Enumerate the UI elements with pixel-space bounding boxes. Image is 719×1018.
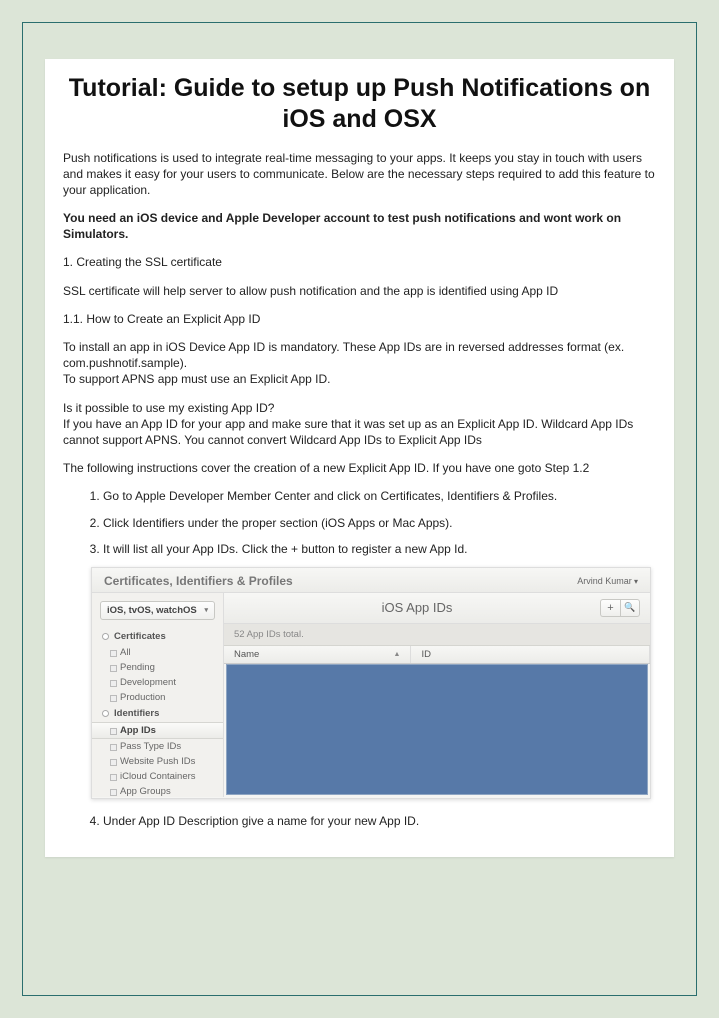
requirement-note: You need an iOS device and Apple Develop… — [63, 210, 656, 242]
search-icon: 🔍 — [624, 602, 635, 613]
ss-user-menu[interactable]: Arvind Kumar — [577, 576, 638, 586]
sidebar-item-app-ids[interactable]: App IDs — [92, 722, 223, 739]
install-line-2: To support APNS app must use an Explicit… — [63, 372, 330, 386]
sidebar-section-certificates[interactable]: Certificates — [92, 628, 223, 645]
existing-q2: If you have an App ID for your app and m… — [63, 417, 633, 447]
section-1-heading: 1. Creating the SSL certificate — [63, 254, 656, 270]
ss-main-title: iOS App IDs — [234, 600, 600, 615]
existing-q1: Is it possible to use my existing App ID… — [63, 401, 274, 415]
sort-icon: ▲ — [394, 651, 401, 658]
disc-icon — [102, 633, 109, 640]
column-id[interactable]: ID — [411, 646, 650, 663]
ss-body: iOS, tvOS, watchOS ▾ Certificates All Pe… — [92, 593, 650, 797]
identifiers-label: Identifiers — [114, 708, 159, 719]
plus-icon: + — [607, 602, 613, 614]
page-title: Tutorial: Guide to setup up Push Notific… — [63, 73, 656, 136]
following-instructions: The following instructions cover the cre… — [63, 460, 656, 476]
ss-toolbar: + 🔍 — [600, 599, 640, 617]
sidebar-item-all[interactable]: All — [92, 645, 223, 660]
chevron-down-icon: ▾ — [204, 606, 208, 614]
install-paragraph: To install an app in iOS Device App ID i… — [63, 339, 656, 388]
certificates-label: Certificates — [114, 631, 166, 642]
platform-dropdown[interactable]: iOS, tvOS, watchOS ▾ — [100, 601, 215, 620]
ss-main: iOS App IDs + 🔍 52 App IDs total. Name ▲… — [224, 593, 650, 797]
section-1-desc: SSL certificate will help server to allo… — [63, 283, 656, 299]
column-name[interactable]: Name ▲ — [224, 646, 411, 663]
document-card: Tutorial: Guide to setup up Push Notific… — [45, 59, 674, 857]
steps-list-continued: Under App ID Description give a name for… — [63, 813, 656, 829]
page-frame: Tutorial: Guide to setup up Push Notific… — [22, 22, 697, 996]
apple-dev-screenshot: Certificates, Identifiers & Profiles Arv… — [91, 567, 651, 799]
sidebar-item-pass-type-ids[interactable]: Pass Type IDs — [92, 739, 223, 754]
platform-dropdown-label: iOS, tvOS, watchOS — [107, 605, 197, 616]
requirement-text: You need an iOS device and Apple Develop… — [63, 211, 621, 241]
column-name-label: Name — [234, 649, 259, 660]
ss-sidebar: iOS, tvOS, watchOS ▾ Certificates All Pe… — [92, 593, 224, 797]
app-id-list-area[interactable] — [226, 664, 648, 795]
step-4: Under App ID Description give a name for… — [103, 813, 656, 829]
step-2: Click Identifiers under the proper secti… — [103, 515, 656, 531]
ss-header: Certificates, Identifiers & Profiles Arv… — [92, 568, 650, 593]
sidebar-item-production[interactable]: Production — [92, 690, 223, 705]
step-1: Go to Apple Developer Member Center and … — [103, 488, 656, 504]
ss-header-title: Certificates, Identifiers & Profiles — [104, 574, 293, 588]
add-button[interactable]: + — [600, 599, 620, 617]
sidebar-section-identifiers[interactable]: Identifiers — [92, 705, 223, 722]
disc-icon — [102, 710, 109, 717]
sidebar-item-app-groups[interactable]: App Groups — [92, 784, 223, 799]
sidebar-item-development[interactable]: Development — [92, 675, 223, 690]
steps-list: Go to Apple Developer Member Center and … — [63, 488, 656, 557]
step-3: It will list all your App IDs. Click the… — [103, 541, 656, 557]
ss-main-header: iOS App IDs + 🔍 — [224, 593, 650, 624]
search-button[interactable]: 🔍 — [620, 599, 640, 617]
section-1-1-heading: 1.1. How to Create an Explicit App ID — [63, 311, 656, 327]
sidebar-item-website-push-ids[interactable]: Website Push IDs — [92, 754, 223, 769]
sidebar-item-pending[interactable]: Pending — [92, 660, 223, 675]
table-header: Name ▲ ID — [224, 646, 650, 664]
existing-appid-paragraph: Is it possible to use my existing App ID… — [63, 400, 656, 449]
sidebar-item-icloud-containers[interactable]: iCloud Containers — [92, 769, 223, 784]
install-line-1: To install an app in iOS Device App ID i… — [63, 340, 624, 370]
intro-paragraph: Push notifications is used to integrate … — [63, 150, 656, 199]
app-id-count: 52 App IDs total. — [224, 624, 650, 646]
